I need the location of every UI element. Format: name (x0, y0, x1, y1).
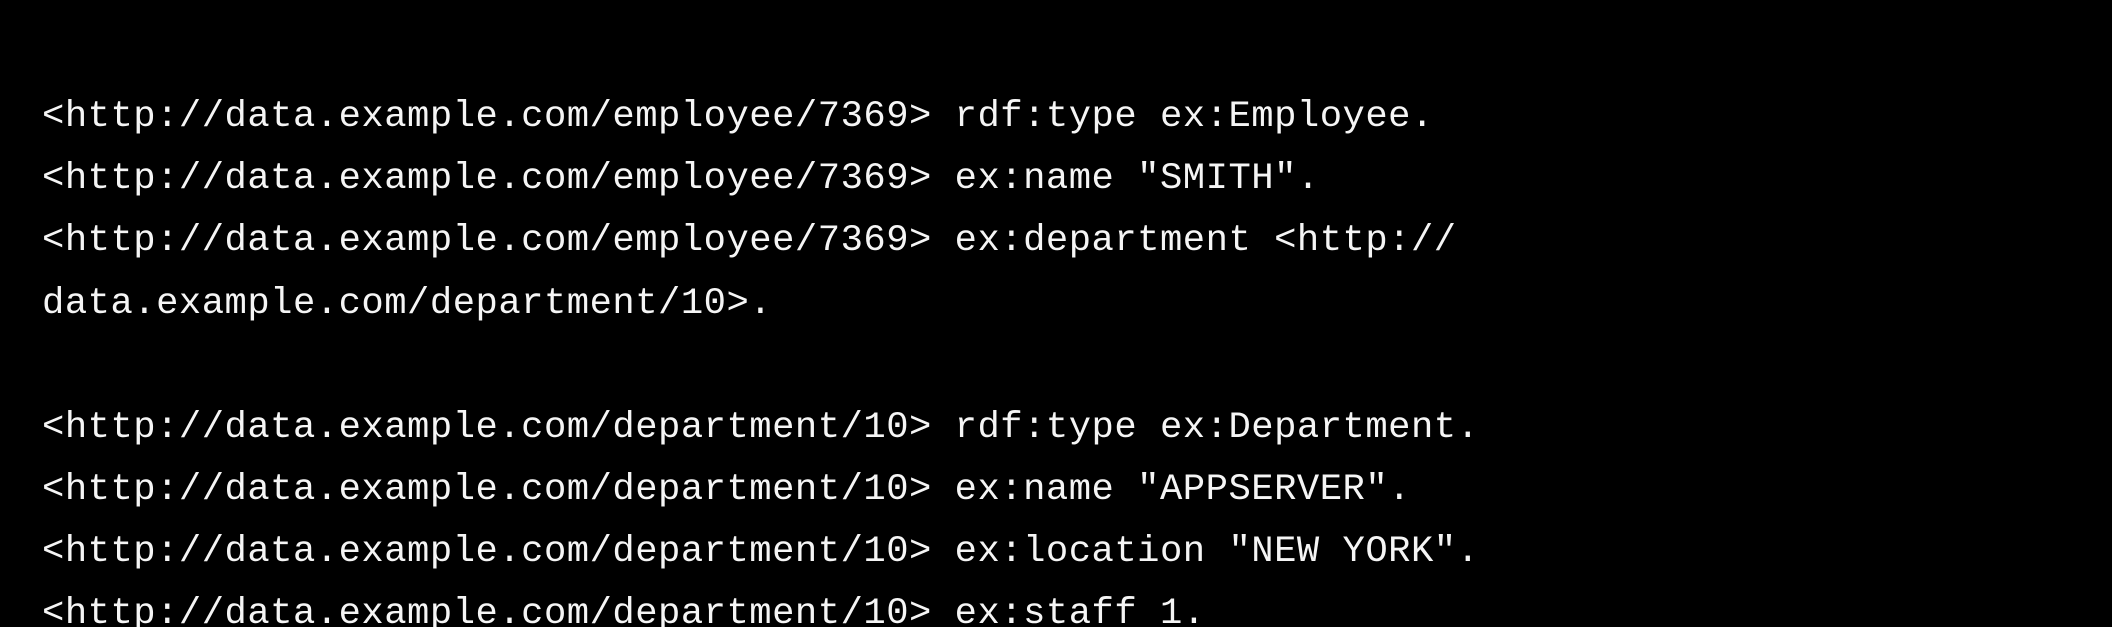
code-line: <http://data.example.com/department/10> … (42, 531, 1479, 573)
code-line: <http://data.example.com/employee/7369> … (42, 96, 1434, 138)
code-line: <http://data.example.com/department/10> … (42, 407, 1479, 449)
code-line: <http://data.example.com/department/10> … (42, 593, 1206, 627)
code-line: <http://data.example.com/employee/7369> … (42, 220, 1457, 262)
code-line: data.example.com/department/10>. (42, 283, 772, 325)
code-line: <http://data.example.com/department/10> … (42, 469, 1411, 511)
rdf-code-block: <http://data.example.com/employee/7369> … (0, 0, 2112, 627)
code-line: <http://data.example.com/employee/7369> … (42, 158, 1320, 200)
